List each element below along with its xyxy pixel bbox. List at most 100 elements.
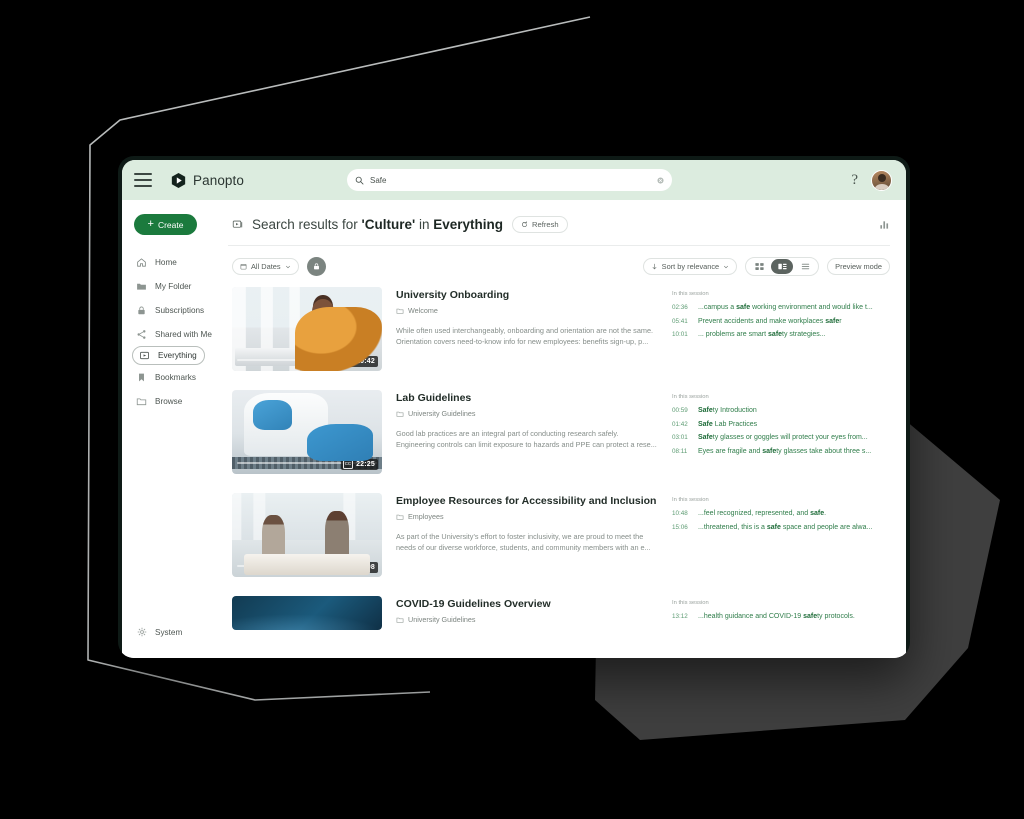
create-button[interactable]: + Create — [134, 214, 197, 235]
sidebar-item-label: Everything — [158, 351, 197, 360]
sidebar-item-subscriptions[interactable]: Subscriptions — [122, 298, 228, 322]
result-meta: Lab Guidelines University Guidelines Goo… — [396, 390, 658, 474]
list-view-button[interactable] — [794, 259, 816, 274]
sidebar-item-my-folder[interactable]: My Folder — [122, 274, 228, 298]
header-actions: ? — [851, 169, 892, 191]
folder-outline-icon — [396, 514, 404, 520]
session-hit[interactable]: 00:59 Safety Introduction — [672, 406, 890, 416]
result-folder[interactable]: Employees — [396, 512, 658, 521]
hit-timestamp: 01:42 — [672, 420, 688, 428]
sidebar-item-system[interactable]: System — [122, 620, 228, 644]
date-filter-dropdown[interactable]: All Dates — [232, 258, 299, 275]
hit-timestamp: 08:11 — [672, 447, 688, 455]
sort-dropdown[interactable]: Sort by relevance — [642, 258, 738, 275]
result-thumbnail[interactable]: CC 22:25 — [232, 390, 382, 474]
thumbnail-art — [325, 511, 349, 559]
refresh-button-label: Refresh — [532, 220, 559, 229]
brand[interactable]: Panopto — [170, 172, 244, 189]
lock-filled-icon — [313, 263, 319, 270]
result-row[interactable]: CC 22:25 Lab Guidelines University Guide… — [232, 390, 890, 493]
bookmark-icon — [136, 372, 147, 383]
duration-label: 10:42 — [356, 358, 375, 366]
session-hit[interactable]: 05:41 Prevent accidents and make workpla… — [672, 317, 890, 327]
session-hits: In this session 13:12 ...health guidance… — [672, 596, 890, 634]
sidebar-nav: Home My Folder Subscriptions Shared with… — [122, 250, 228, 413]
result-title[interactable]: COVID-19 Guidelines Overview — [396, 598, 658, 610]
folder-outline-icon — [396, 308, 404, 314]
result-thumbnail[interactable]: CC 16:08 — [232, 493, 382, 577]
result-folder[interactable]: Welcome — [396, 306, 658, 315]
hit-timestamp: 13:12 — [672, 613, 688, 620]
result-folder[interactable]: University Guidelines — [396, 615, 658, 624]
everything-icon — [139, 350, 150, 361]
bar-chart-icon[interactable] — [879, 219, 890, 230]
hit-text: Safe Lab Practices — [698, 420, 758, 428]
sidebar-item-everything[interactable]: Everything — [132, 346, 205, 365]
create-button-label: Create — [157, 219, 184, 230]
result-thumbnail[interactable]: CC 10:42 — [232, 287, 382, 371]
user-avatar[interactable] — [871, 169, 892, 191]
brand-name: Panopto — [193, 172, 244, 188]
hit-text: Prevent accidents and make workplaces sa… — [698, 317, 842, 325]
search-input[interactable] — [370, 175, 651, 185]
grid-view-button[interactable] — [748, 259, 770, 274]
session-hit[interactable]: 01:42 Safe Lab Practices — [672, 420, 890, 430]
plus-icon: + — [147, 218, 154, 230]
page-title: Search results for 'Culture' in Everythi… — [252, 217, 503, 232]
sidebar-item-browse[interactable]: Browse — [122, 389, 228, 413]
hamburger-menu-icon[interactable] — [134, 173, 152, 187]
card-view-button[interactable] — [771, 259, 794, 274]
session-hit[interactable]: 15:06 ...threatened, this is a safe spac… — [672, 523, 890, 533]
result-title[interactable]: Lab Guidelines — [396, 392, 658, 404]
result-row[interactable]: CC 16:08 Employee Resources for Accessib… — [232, 493, 890, 596]
session-hits: In this session 10:48 ...feel recognized… — [672, 493, 890, 577]
session-hit[interactable]: 03:01 Safety glasses or goggles will pro… — [672, 433, 890, 443]
sidebar-item-label: Home — [155, 257, 177, 267]
search-bar[interactable] — [347, 169, 672, 191]
session-hit[interactable]: 02:36 ...campus a safe working environme… — [672, 303, 890, 313]
session-hit[interactable]: 10:01 ... problems are smart safety stra… — [672, 330, 890, 340]
title-scope: Everything — [433, 217, 504, 232]
hit-text: ...feel recognized, represented, and saf… — [698, 510, 827, 517]
result-title[interactable]: University Onboarding — [396, 289, 658, 301]
result-row[interactable]: COVID-19 Guidelines Overview University … — [232, 596, 890, 634]
folder-outline-icon — [396, 411, 404, 417]
hit-text: ... problems are smart safety strategies… — [698, 331, 826, 339]
sidebar-item-shared-with-me[interactable]: Shared with Me — [122, 322, 228, 346]
duration-badge: CC 22:25 — [340, 459, 378, 470]
result-thumbnail[interactable] — [232, 596, 382, 630]
lock-icon — [136, 305, 147, 316]
list-view-icon — [801, 263, 809, 270]
sort-label: Sort by relevance — [661, 262, 720, 271]
sidebar-item-bookmarks[interactable]: Bookmarks — [122, 365, 228, 389]
help-icon[interactable]: ? — [851, 172, 858, 188]
result-folder-label: University Guidelines — [408, 409, 476, 418]
lock-filter-button[interactable] — [306, 257, 326, 276]
sidebar-footer: System — [122, 620, 228, 658]
session-label: In this session — [672, 291, 709, 297]
sort-down-arrow-icon — [652, 263, 657, 270]
progress-bar — [237, 565, 377, 567]
hit-timestamp: 10:48 — [672, 510, 688, 517]
video-results-icon — [232, 220, 243, 228]
session-hit[interactable]: 13:12 ...health guidance and COVID-19 sa… — [672, 612, 890, 622]
panopto-logo-icon — [171, 172, 186, 188]
result-title[interactable]: Employee Resources for Accessibility and… — [396, 495, 658, 507]
session-hit[interactable]: 08:11 Eyes are fragile and safety glasse… — [672, 447, 890, 457]
session-hit[interactable]: 10:48 ...feel recognized, represented, a… — [672, 509, 890, 519]
result-folder[interactable]: University Guidelines — [396, 409, 658, 418]
progress-bar — [237, 359, 377, 361]
result-row[interactable]: CC 10:42 University Onboarding Welcome W… — [232, 287, 890, 390]
view-mode-group — [745, 257, 820, 276]
hit-timestamp: 15:06 — [672, 523, 688, 531]
title-prefix: Search results for — [252, 217, 362, 232]
sidebar-item-home[interactable]: Home — [122, 250, 228, 274]
refresh-button[interactable]: Refresh — [512, 216, 568, 233]
preview-mode-button[interactable]: Preview mode — [827, 258, 890, 275]
toolbar-right-group: Sort by relevance Preview mode — [642, 257, 890, 276]
hit-timestamp: 03:01 — [672, 434, 688, 442]
session-label: In this session — [672, 600, 709, 606]
clear-circle-icon[interactable] — [657, 176, 664, 184]
share-icon — [136, 329, 147, 340]
closed-caption-icon: CC — [342, 460, 354, 469]
